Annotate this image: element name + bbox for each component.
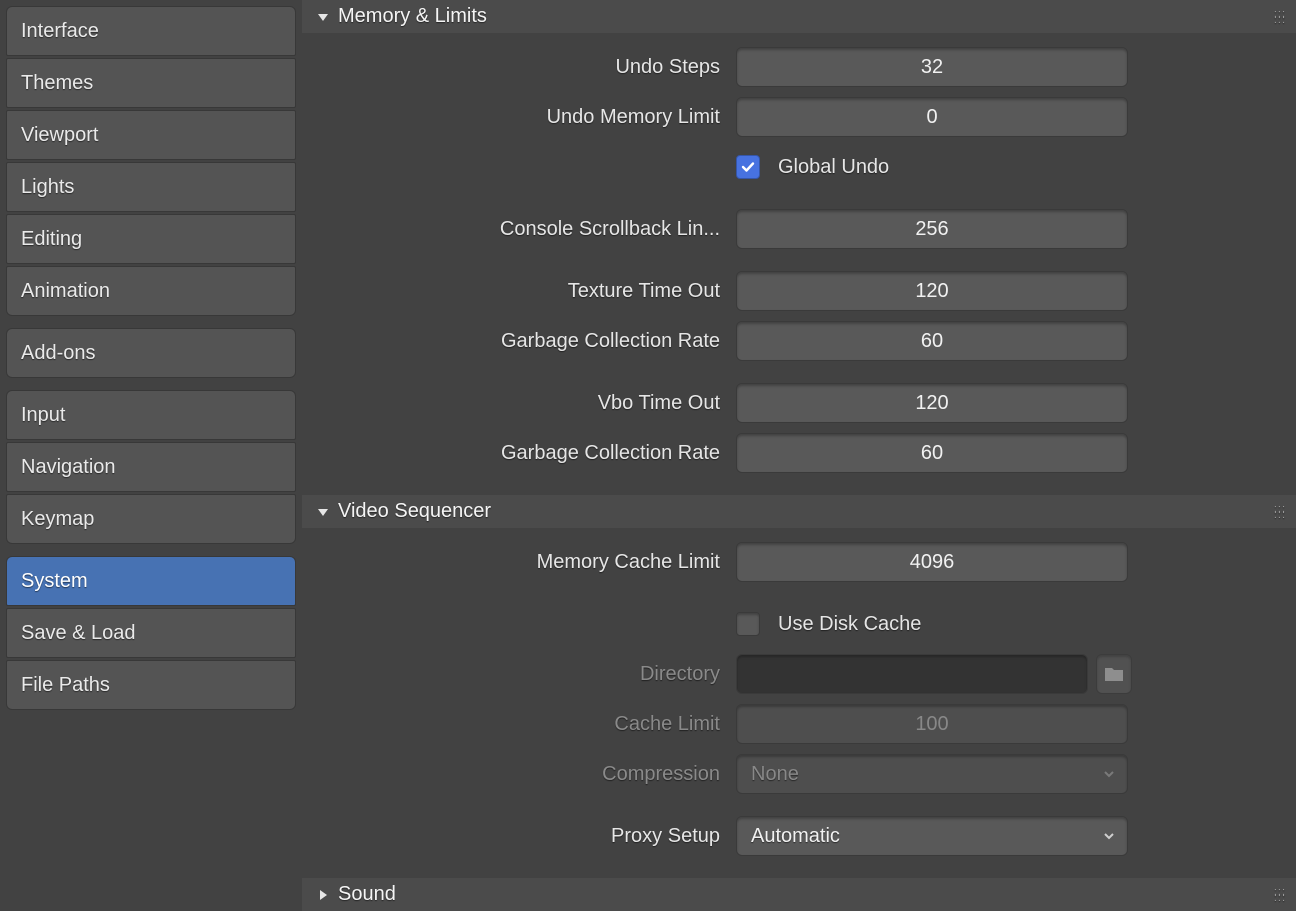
disk-cache-compression-label: Compression [316, 763, 736, 786]
sidebar-group-4: System Save & Load File Paths [6, 556, 296, 710]
panel-title: Video Sequencer [338, 500, 491, 523]
vbo-timeout-label: Vbo Time Out [316, 392, 736, 415]
console-scrollback-label: Console Scrollback Lin... [316, 218, 736, 241]
texture-gc-rate-label: Garbage Collection Rate [316, 330, 736, 353]
chevron-down-icon [1103, 768, 1115, 780]
sidebar-item-interface[interactable]: Interface [6, 6, 296, 56]
disk-cache-limit-input[interactable]: 100 [736, 704, 1128, 744]
sidebar-item-label: Themes [21, 72, 93, 95]
sidebar-item-label: Interface [21, 20, 99, 43]
browse-directory-button[interactable] [1096, 654, 1132, 694]
use-disk-cache-checkbox[interactable] [736, 612, 760, 636]
memory-cache-limit-label: Memory Cache Limit [316, 551, 736, 574]
sidebar-item-label: Viewport [21, 124, 98, 147]
sidebar-item-label: Save & Load [21, 622, 136, 645]
global-undo-checkbox[interactable] [736, 155, 760, 179]
folder-icon [1104, 665, 1124, 683]
sidebar-item-save-load[interactable]: Save & Load [6, 608, 296, 658]
panel-title: Memory & Limits [338, 5, 487, 28]
preferences-sidebar: Interface Themes Viewport Lights Editing… [0, 0, 302, 911]
panel-header-memory-limits[interactable]: Memory & Limits :::::: [302, 0, 1296, 33]
sidebar-group-1: Interface Themes Viewport Lights Editing… [6, 6, 296, 316]
sidebar-item-lights[interactable]: Lights [6, 162, 296, 212]
panel-body-memory-limits: Undo Steps 32 Undo Memory Limit 0 Global… [302, 33, 1296, 495]
vbo-timeout-input[interactable]: 120 [736, 383, 1128, 423]
sidebar-item-keymap[interactable]: Keymap [6, 494, 296, 544]
sidebar-item-label: Lights [21, 176, 74, 199]
sidebar-item-label: Add-ons [21, 342, 96, 365]
texture-timeout-input[interactable]: 120 [736, 271, 1128, 311]
vbo-gc-rate-input[interactable]: 60 [736, 433, 1128, 473]
undo-memory-limit-input[interactable]: 0 [736, 97, 1128, 137]
sidebar-item-editing[interactable]: Editing [6, 214, 296, 264]
sidebar-item-themes[interactable]: Themes [6, 58, 296, 108]
sidebar-item-input[interactable]: Input [6, 390, 296, 440]
disk-cache-directory-input[interactable] [736, 654, 1088, 694]
sidebar-item-navigation[interactable]: Navigation [6, 442, 296, 492]
sidebar-group-3: Input Navigation Keymap [6, 390, 296, 544]
undo-steps-label: Undo Steps [316, 56, 736, 79]
sidebar-item-label: Editing [21, 228, 82, 251]
texture-gc-rate-input[interactable]: 60 [736, 321, 1128, 361]
sidebar-item-label: File Paths [21, 674, 110, 697]
drag-handle-icon[interactable]: :::::: [1274, 11, 1286, 23]
proxy-setup-select[interactable]: Automatic [736, 816, 1128, 856]
disk-cache-directory-label: Directory [316, 663, 736, 686]
drag-handle-icon[interactable]: :::::: [1274, 506, 1286, 518]
sidebar-item-file-paths[interactable]: File Paths [6, 660, 296, 710]
panel-header-video-sequencer[interactable]: Video Sequencer :::::: [302, 495, 1296, 528]
sidebar-item-label: Animation [21, 280, 110, 303]
sidebar-item-label: Keymap [21, 508, 94, 531]
sidebar-item-animation[interactable]: Animation [6, 266, 296, 316]
undo-steps-input[interactable]: 32 [736, 47, 1128, 87]
sidebar-item-label: Input [21, 404, 65, 427]
vbo-gc-rate-label: Garbage Collection Rate [316, 442, 736, 465]
disclosure-triangle-down-icon [316, 10, 330, 24]
disk-cache-compression-select[interactable]: None [736, 754, 1128, 794]
sidebar-item-addons[interactable]: Add-ons [6, 328, 296, 378]
memory-cache-limit-input[interactable]: 4096 [736, 542, 1128, 582]
sidebar-group-2: Add-ons [6, 328, 296, 378]
disclosure-triangle-down-icon [316, 505, 330, 519]
texture-timeout-label: Texture Time Out [316, 280, 736, 303]
use-disk-cache-label: Use Disk Cache [778, 613, 921, 636]
proxy-setup-label: Proxy Setup [316, 825, 736, 848]
sidebar-item-viewport[interactable]: Viewport [6, 110, 296, 160]
panel-title: Sound [338, 883, 396, 906]
preferences-content: Memory & Limits :::::: Undo Steps 32 Und… [302, 0, 1296, 911]
panel-body-video-sequencer: Memory Cache Limit 4096 Use Disk Cache D… [302, 528, 1296, 878]
console-scrollback-input[interactable]: 256 [736, 209, 1128, 249]
undo-memory-limit-label: Undo Memory Limit [316, 106, 736, 129]
disclosure-triangle-right-icon [316, 888, 330, 902]
chevron-down-icon [1103, 830, 1115, 842]
global-undo-label: Global Undo [778, 156, 889, 179]
sidebar-item-system[interactable]: System [6, 556, 296, 606]
sidebar-item-label: System [21, 570, 88, 593]
panel-header-sound[interactable]: Sound :::::: [302, 878, 1296, 911]
disk-cache-limit-label: Cache Limit [316, 713, 736, 736]
drag-handle-icon[interactable]: :::::: [1274, 889, 1286, 901]
sidebar-item-label: Navigation [21, 456, 116, 479]
